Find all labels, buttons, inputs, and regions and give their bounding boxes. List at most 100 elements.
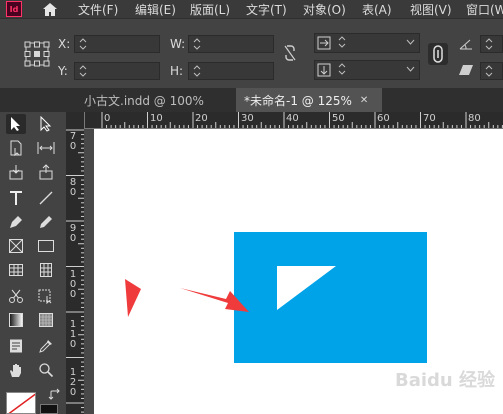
- page-tool-icon: [10, 140, 22, 156]
- horizontal-grid-icon: [9, 264, 23, 276]
- vertical-grid-icon: [40, 263, 52, 277]
- menu-table[interactable]: 表(A): [362, 1, 392, 18]
- vertical-grid-tool[interactable]: [36, 260, 56, 280]
- pen-icon: [10, 216, 22, 228]
- ruler-left-label: 1 2 0: [69, 367, 77, 398]
- gradient-swatch-icon: [9, 313, 23, 327]
- menu-edit[interactable]: 编辑(E): [135, 1, 176, 18]
- stroke-swatch[interactable]: [40, 404, 58, 414]
- ruler-top-label: 30: [241, 113, 254, 124]
- rectangle-icon: [38, 240, 54, 252]
- rotate-field[interactable]: [480, 35, 503, 53]
- gradient-swatch-tool[interactable]: [6, 310, 26, 330]
- tab-xiaoguwen[interactable]: 小古文.indd @ 100%: [76, 88, 226, 112]
- rectangle-frame-tool[interactable]: [6, 236, 26, 256]
- eyedropper-icon: [39, 340, 52, 353]
- h-stepper-icon[interactable]: [192, 64, 202, 78]
- scissors-icon: [9, 289, 23, 303]
- rectangle-tool[interactable]: [36, 236, 56, 256]
- white-triangle[interactable]: [277, 266, 336, 310]
- tab-label: *未命名-1 @ 125%: [244, 93, 352, 108]
- scale-x-field[interactable]: [314, 33, 420, 53]
- zoom-tool[interactable]: [36, 360, 56, 380]
- ruler-top-label: 80: [468, 113, 481, 124]
- reference-point-icon[interactable]: [24, 41, 50, 67]
- x-label: X:: [58, 37, 71, 51]
- rotate-stepper-icon[interactable]: [484, 37, 494, 51]
- tools-panel: [0, 112, 66, 414]
- link-icon: [433, 45, 443, 63]
- menu-window[interactable]: 窗口(W): [466, 1, 503, 18]
- gap-tool-icon: [37, 142, 55, 154]
- x-field[interactable]: [74, 35, 160, 53]
- gap-tool[interactable]: [36, 138, 56, 158]
- ruler-top-label: 0: [104, 113, 111, 124]
- free-transform-tool[interactable]: [36, 286, 56, 306]
- menu-bar: Id 文件(F) 编辑(E) 版面(L) 文字(T) 对象(O) 表(A) 视图…: [0, 0, 503, 18]
- swap-fill-stroke-icon[interactable]: [48, 388, 62, 402]
- scale-y-icon: [317, 63, 331, 77]
- scale-x-stepper-icon[interactable]: [337, 35, 347, 49]
- ruler-left-label: 7 0: [69, 131, 77, 152]
- scissors-tool[interactable]: [6, 286, 26, 306]
- document-canvas[interactable]: Baidu 经验: [84, 129, 503, 414]
- ruler-left-label: 8 0: [69, 177, 77, 198]
- scale-y-field[interactable]: [314, 60, 420, 80]
- control-panel: X: Y: W: H:: [0, 18, 503, 89]
- type-t-icon: [10, 191, 22, 205]
- line-tool[interactable]: [36, 188, 56, 208]
- fill-stroke-swatch[interactable]: [6, 392, 36, 414]
- menu-layout[interactable]: 版面(L): [190, 1, 230, 18]
- horizontal-grid-tool[interactable]: [6, 260, 26, 280]
- gradient-feather-tool[interactable]: [36, 310, 56, 330]
- shear-stepper-icon[interactable]: [484, 64, 494, 78]
- content-placer-icon: [39, 164, 53, 180]
- ruler-left-label: 1 0 0: [69, 269, 77, 300]
- ruler-left-label: 1 1 0: [69, 319, 77, 350]
- y-stepper-icon[interactable]: [78, 64, 88, 78]
- w-field[interactable]: [188, 35, 274, 53]
- ruler-origin[interactable]: [66, 112, 84, 128]
- app-icon-text: Id: [9, 4, 19, 14]
- selection-arrow-icon: [11, 117, 20, 131]
- selection-tool[interactable]: [6, 114, 26, 134]
- y-field[interactable]: [74, 62, 160, 80]
- pencil-icon: [40, 216, 52, 228]
- hand-tool[interactable]: [6, 360, 26, 380]
- close-icon[interactable]: ✕: [360, 95, 368, 106]
- scale-y-stepper-icon[interactable]: [337, 62, 347, 76]
- w-stepper-icon[interactable]: [192, 37, 202, 51]
- eyedropper-tool[interactable]: [36, 336, 56, 356]
- note-tool[interactable]: [6, 336, 26, 356]
- vertical-ruler[interactable]: 7 0 8 0 9 0 1 0 0 1 1 0 1 2 0: [66, 112, 85, 414]
- menu-object[interactable]: 对象(O): [303, 1, 346, 18]
- note-icon: [10, 339, 22, 353]
- content-collector-tool[interactable]: [6, 162, 26, 182]
- horizontal-ruler[interactable]: 0 10 20 30 40 50 60 70 80: [84, 112, 503, 129]
- shear-field[interactable]: [480, 62, 503, 80]
- chevron-down-icon[interactable]: [406, 39, 415, 45]
- h-field[interactable]: [188, 62, 274, 80]
- ruler-top-label: 10: [150, 113, 163, 124]
- h-label: H:: [170, 64, 184, 78]
- menu-view[interactable]: 视图(V): [410, 1, 452, 18]
- tab-untitled-1[interactable]: *未命名-1 @ 125% ✕: [236, 88, 382, 112]
- pen-tool[interactable]: [6, 212, 26, 232]
- scale-link-button[interactable]: [428, 43, 448, 65]
- type-tool[interactable]: [6, 188, 26, 208]
- rectangle-frame-icon: [9, 239, 23, 253]
- constrain-proportions-icon[interactable]: [282, 43, 298, 63]
- pencil-tool[interactable]: [36, 212, 56, 232]
- menu-type[interactable]: 文字(T): [246, 1, 287, 18]
- chevron-down-icon[interactable]: [406, 66, 415, 72]
- shear-angle-icon: [459, 65, 473, 75]
- ruler-top-label: 70: [423, 113, 436, 124]
- page-tool[interactable]: [6, 138, 26, 158]
- content-placer-tool[interactable]: [36, 162, 56, 182]
- direct-selection-tool[interactable]: [36, 114, 56, 134]
- indesign-app-icon: Id: [6, 1, 22, 17]
- x-stepper-icon[interactable]: [78, 37, 88, 51]
- home-icon[interactable]: [40, 0, 60, 18]
- scale-x-icon: [317, 36, 331, 50]
- menu-file[interactable]: 文件(F): [78, 1, 118, 18]
